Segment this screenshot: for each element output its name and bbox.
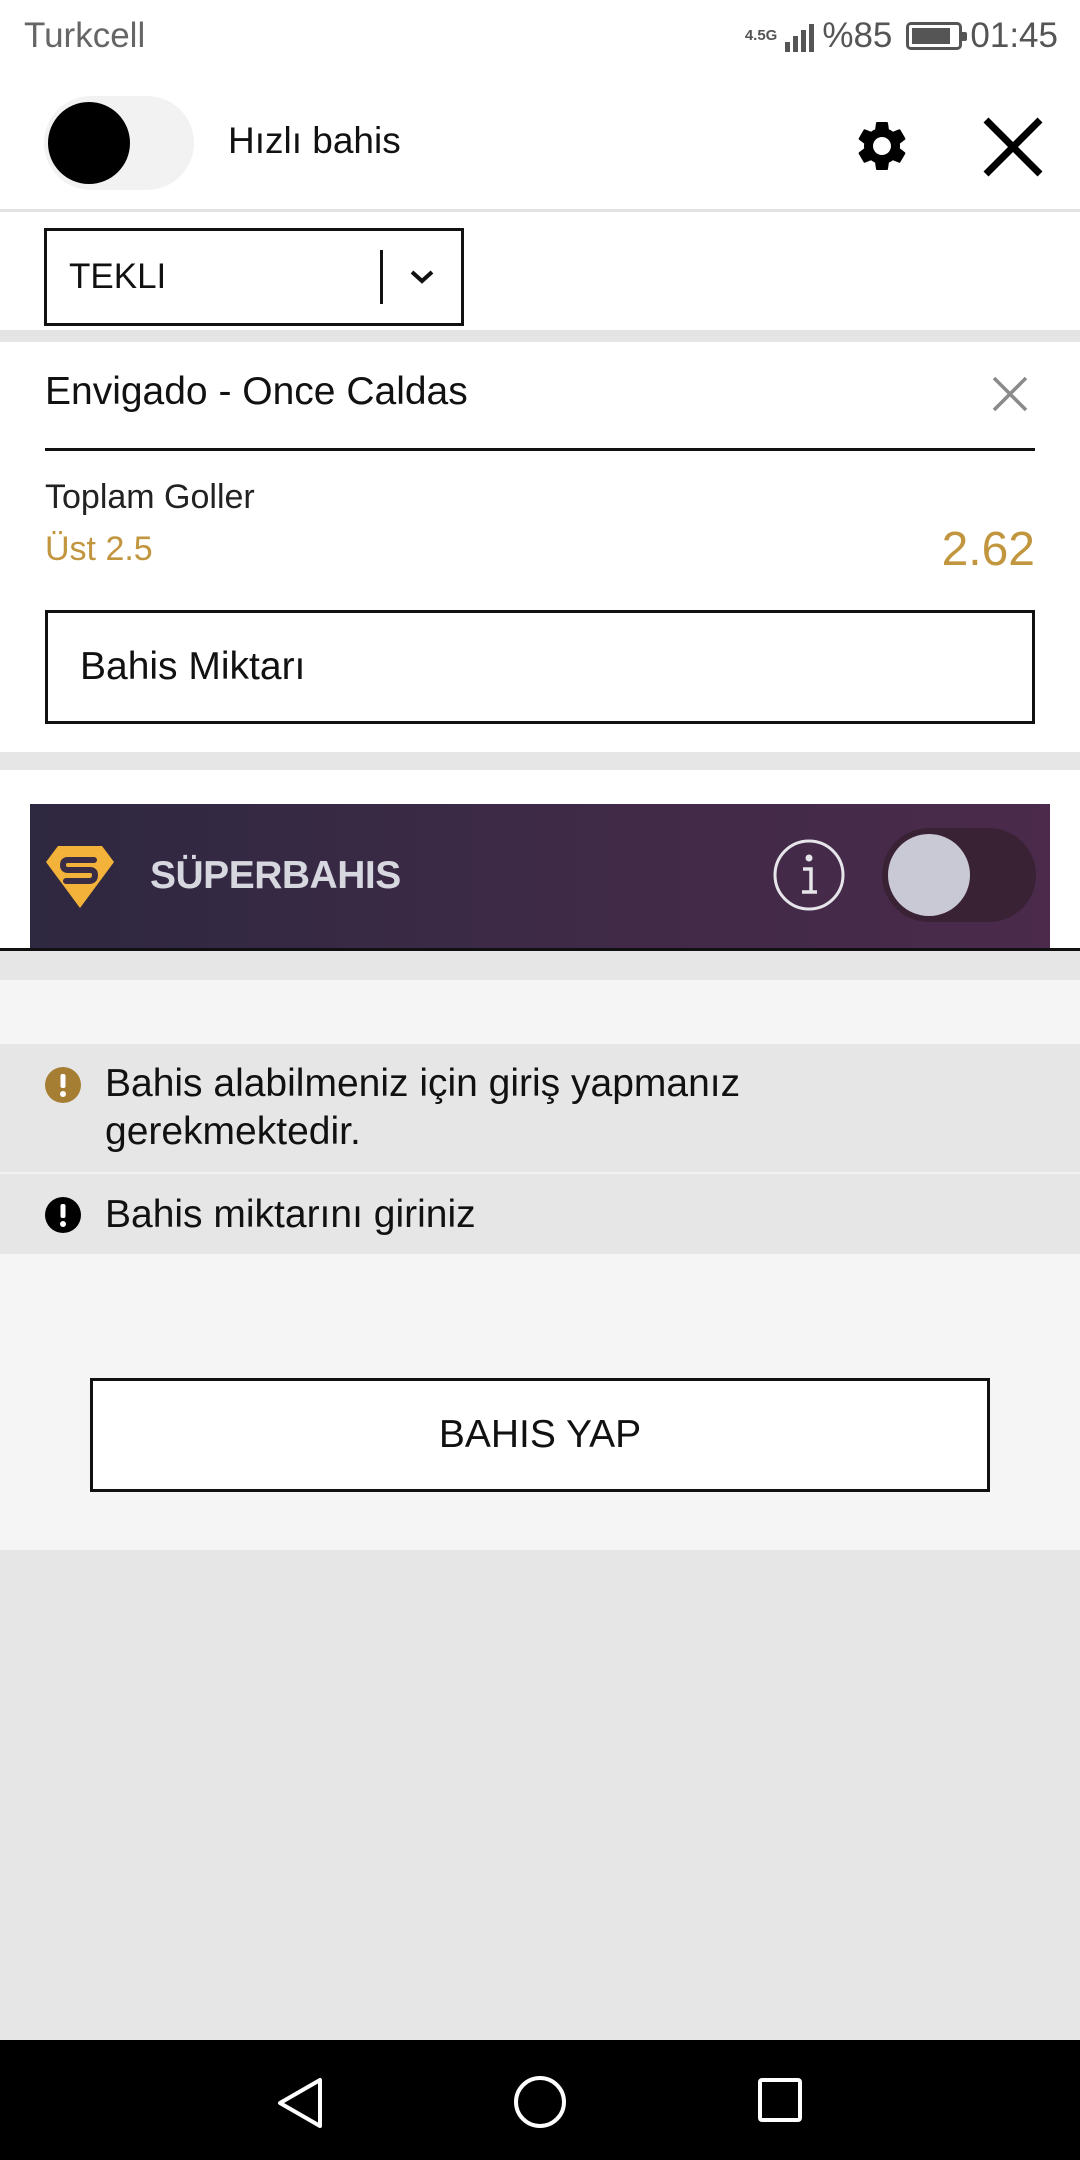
recent-apps-icon[interactable] — [756, 2076, 804, 2124]
signal-icon — [785, 20, 815, 52]
quick-bet-label: Hızlı bahis — [228, 120, 401, 161]
place-bet-area: BAHIS YAP — [0, 1254, 1080, 1550]
quick-bet-toggle[interactable] — [44, 96, 194, 190]
stake-required-message: Bahis miktarını giriniz — [0, 1176, 1080, 1254]
battery-fill — [912, 28, 950, 44]
system-navigation-bar — [0, 2040, 1080, 2160]
message-text: Bahis alabilmeniz için giriş yapmanız ge… — [105, 1062, 741, 1153]
toggle-knob — [888, 834, 970, 916]
status-bar: Turkcell 4.5G %85 01:45 — [0, 0, 1080, 74]
battery-percent: %85 — [822, 16, 893, 55]
superbahis-toggle[interactable] — [882, 828, 1036, 922]
home-icon[interactable] — [512, 2074, 568, 2130]
place-bet-button[interactable]: BAHIS YAP — [90, 1378, 990, 1492]
info-icon[interactable] — [772, 838, 846, 912]
match-name: Envigado - Once Caldas — [45, 370, 468, 413]
warning-icon — [45, 1067, 81, 1103]
chevron-down-icon — [383, 231, 461, 323]
carrier-name: Turkcell — [24, 16, 146, 55]
selection-name: Üst 2.5 — [45, 530, 153, 568]
section-gap — [0, 952, 1080, 980]
bet-slip-header: Hızlı bahis — [0, 74, 1080, 212]
login-required-message: Bahis alabilmeniz için giriş yapmanız ge… — [0, 1044, 1080, 1174]
error-icon — [45, 1197, 81, 1233]
odds-value: 2.62 — [941, 523, 1035, 576]
section-gap — [0, 980, 1080, 1044]
bet-type-row: TEKLI — [0, 212, 1080, 336]
network-type: 4.5G — [744, 27, 778, 44]
bet-type-select[interactable]: TEKLI — [44, 228, 464, 326]
toggle-knob — [48, 102, 130, 184]
stake-input[interactable]: Bahis Miktarı — [45, 610, 1035, 724]
gear-icon[interactable] — [852, 116, 912, 176]
superbahis-title: SÜPERBAHIS — [150, 854, 401, 897]
clock: 01:45 — [970, 16, 1058, 55]
close-icon[interactable] — [980, 114, 1046, 180]
remove-selection-icon[interactable] — [990, 374, 1030, 414]
bet-selection-card: Envigado - Once Caldas Toplam Goller Üst… — [0, 342, 1080, 752]
superbahis-logo-icon — [46, 846, 114, 908]
superbahis-bar: SÜPERBAHIS — [30, 804, 1050, 948]
divider — [45, 448, 1035, 451]
divider — [0, 948, 1080, 951]
market-name: Toplam Goller — [45, 478, 255, 516]
bet-type-value: TEKLI — [69, 257, 167, 296]
battery-icon — [906, 22, 968, 50]
superbahis-section: SÜPERBAHIS — [0, 770, 1080, 951]
message-text: Bahis miktarını giriniz — [105, 1193, 476, 1236]
back-icon[interactable] — [274, 2076, 326, 2130]
status-indicators: 4.5G %85 01:45 — [745, 14, 1058, 58]
